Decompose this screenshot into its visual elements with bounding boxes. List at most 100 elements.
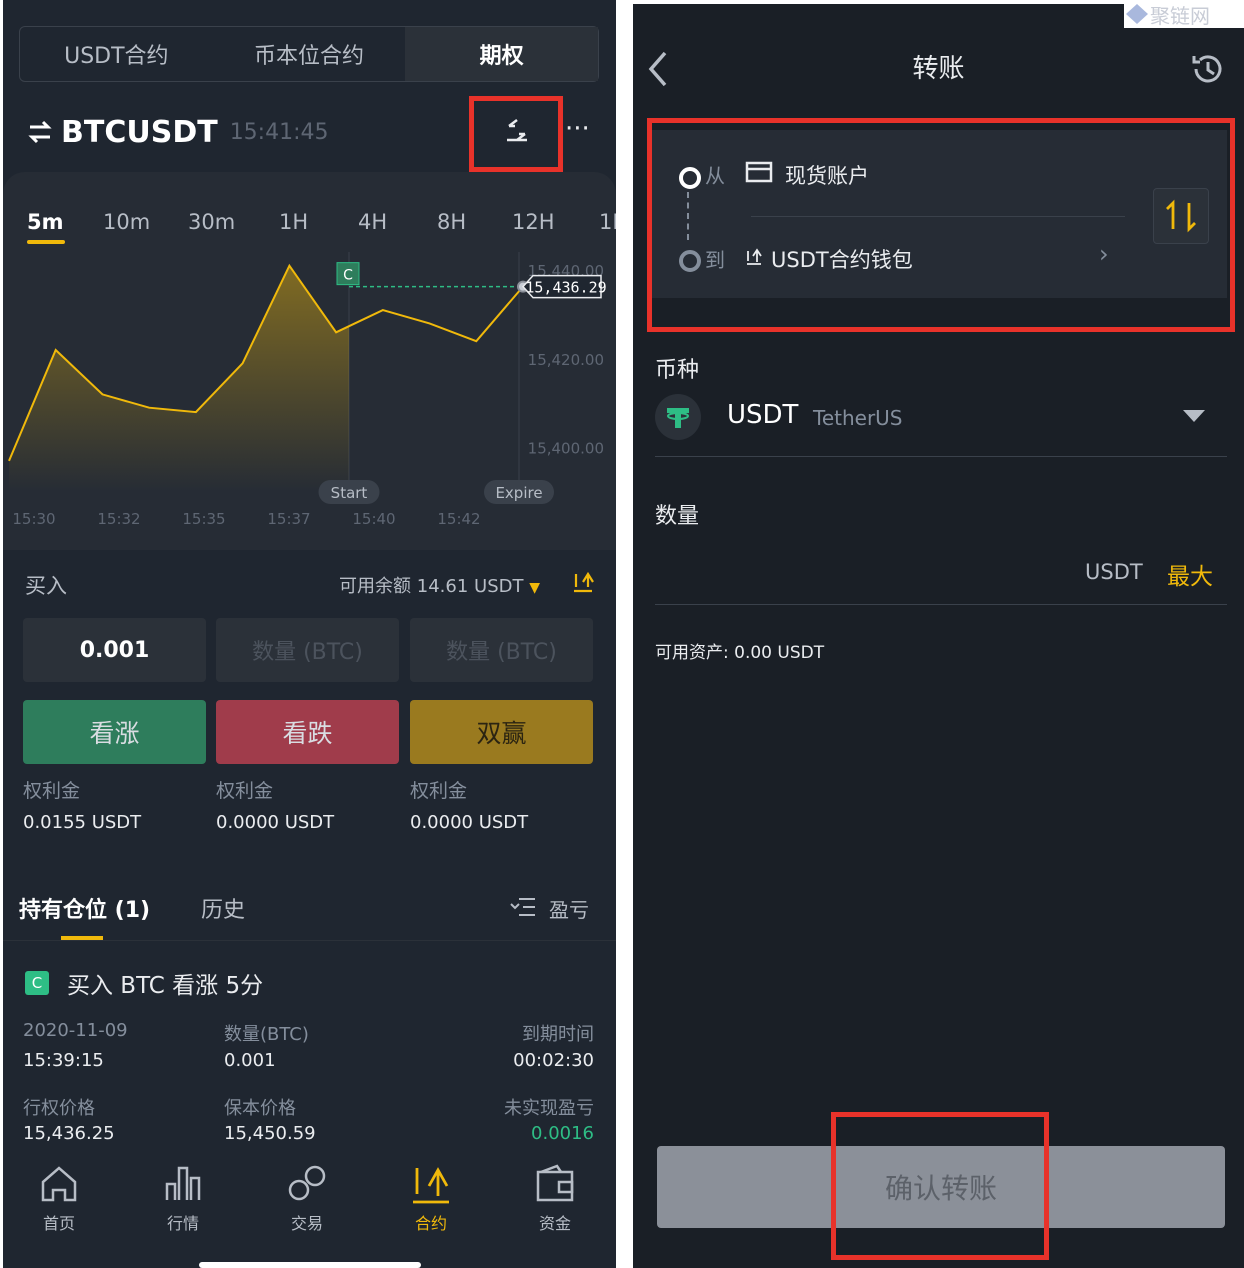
call-button[interactable]: 看涨 — [23, 700, 206, 764]
highlight-confirm-button — [831, 1112, 1049, 1260]
quantity-input-both[interactable]: 数量 (BTC) — [410, 618, 593, 682]
y-tick-label: 15,400.00 — [528, 440, 604, 458]
pnl-sort-label[interactable]: 盈亏 — [549, 894, 589, 923]
position-date: 2020-11-09 — [23, 1020, 128, 1041]
max-button[interactable]: 最大 — [1167, 557, 1213, 591]
tab-options[interactable]: 期权 — [405, 27, 599, 81]
nav-futures[interactable]: 合约 — [381, 1162, 481, 1234]
premium-label-both: 权利金 — [410, 780, 468, 802]
strike-label: 行权价格 — [23, 1098, 95, 1119]
buy-label: 买入 — [25, 574, 67, 598]
breakeven-label: 保本价格 — [224, 1098, 296, 1119]
price-area-fill — [9, 265, 349, 492]
dropdown-caret-icon[interactable]: ▼ — [529, 580, 540, 596]
premium-value-put: 0.0000 USDT — [216, 812, 335, 833]
symbol-header: BTCUSDT 15:41:45 — [27, 110, 329, 154]
position-tab-underline — [61, 936, 103, 940]
start-pill-label: Start — [331, 484, 368, 502]
highlight-transfer-route — [647, 118, 1235, 332]
premium-label-call: 权利金 — [23, 780, 81, 802]
x-tick-label: 15:30 — [12, 510, 55, 528]
tether-logo — [655, 394, 701, 440]
quantity-input-put[interactable]: 数量 (BTC) — [216, 618, 399, 682]
tf-4h[interactable]: 4H — [358, 210, 387, 234]
entry-marker-label: C — [343, 268, 353, 284]
qty-label: 数量(BTC) — [224, 1024, 309, 1045]
position-tabs: 持有仓位 (1) 历史 盈亏 — [3, 880, 616, 941]
tf-5m[interactable]: 5m — [27, 210, 64, 234]
position-time: 15:39:15 — [23, 1050, 104, 1071]
tf-1d[interactable]: 1D — [599, 210, 616, 234]
tab-coin-futures[interactable]: 币本位合约 — [213, 27, 406, 81]
tf-12h[interactable]: 12H — [512, 210, 555, 234]
current-price-text: 15,436.29 — [525, 279, 606, 297]
tab-open-positions[interactable]: 持有仓位 (1) — [19, 892, 150, 924]
bar-chart-icon — [165, 1166, 201, 1200]
y-tick-label: 15,420.00 — [528, 351, 604, 369]
tf-8h[interactable]: 8H — [437, 210, 466, 234]
available-balance[interactable]: 可用余额 14.61 USDT ▼ — [339, 572, 540, 598]
both-button[interactable]: 双赢 — [410, 700, 593, 764]
contract-type-tabs: USDT合约 币本位合约 期权 — [19, 26, 599, 82]
timeframe-tabs: 5m 10m 30m 1H 4H 8H 12H 1D — [3, 192, 616, 248]
put-button[interactable]: 看跌 — [216, 700, 399, 764]
coin-name: TetherUS — [813, 406, 903, 430]
transfer-screen: 转账 从 现货账户 到 USDT合约钱包 › 币种 USDT TetherUS … — [633, 4, 1244, 1268]
x-tick-label: 15:32 — [97, 510, 140, 528]
symbol-time: 15:41:45 — [229, 119, 329, 145]
amount-divider — [655, 604, 1227, 605]
wallet-icon — [536, 1164, 574, 1202]
premium-value-both: 0.0000 USDT — [410, 812, 529, 833]
amount-unit: USDT — [1085, 560, 1143, 584]
tf-active-underline — [27, 240, 65, 244]
trade-icon — [288, 1165, 326, 1201]
premium-value-call: 0.0155 USDT — [23, 812, 142, 833]
x-tick-label: 15:35 — [182, 510, 225, 528]
expiry-label: 到期时间 — [522, 1024, 594, 1045]
x-tick-label: 15:40 — [352, 510, 395, 528]
transfer-small-icon[interactable] — [571, 570, 595, 594]
options-trading-screen: USDT合约 币本位合约 期权 BTCUSDT 15:41:45 ··· 15,… — [3, 0, 616, 1268]
upnl-value: 0.0016 — [531, 1123, 594, 1144]
tab-history[interactable]: 历史 — [201, 892, 245, 924]
tf-30m[interactable]: 30m — [188, 210, 235, 234]
swap-arrows-icon[interactable] — [27, 119, 53, 145]
more-icon[interactable]: ··· — [565, 114, 590, 144]
sort-list-icon[interactable] — [509, 896, 537, 918]
watermark-logo-icon — [1126, 4, 1148, 24]
amount-input[interactable] — [655, 544, 1055, 596]
x-tick-label: 15:37 — [267, 510, 310, 528]
upnl-label: 未实现盈亏 — [504, 1098, 594, 1119]
coin-symbol[interactable]: USDT — [727, 400, 798, 430]
strike-value: 15,436.25 — [23, 1123, 115, 1144]
symbol-name[interactable]: BTCUSDT — [61, 115, 218, 150]
home-indicator — [199, 1262, 421, 1268]
coin-divider — [655, 456, 1227, 457]
futures-icon — [413, 1167, 449, 1204]
tether-icon — [667, 408, 689, 428]
dropdown-triangle-icon[interactable] — [1181, 408, 1207, 424]
history-clock-icon[interactable] — [1189, 50, 1227, 88]
nav-trade[interactable]: 交易 — [257, 1162, 357, 1234]
bottom-navigation: 首页 行情 交易 合约 资金 — [3, 1150, 616, 1268]
watermark: 聚链网 — [1124, 0, 1244, 28]
amount-label: 数量 — [655, 504, 700, 529]
nav-home[interactable]: 首页 — [9, 1162, 109, 1234]
call-badge: C — [25, 971, 49, 995]
transfer-icon[interactable] — [503, 116, 531, 144]
x-tick-label: 15:42 — [437, 510, 480, 528]
quantity-input-call[interactable]: 0.001 — [23, 618, 206, 682]
expire-pill-label: Expire — [495, 484, 542, 502]
expiry-value: 00:02:30 — [513, 1050, 594, 1071]
position-item-title[interactable]: C 买入 BTC 看涨 5分 — [25, 966, 263, 1000]
tf-1h[interactable]: 1H — [279, 210, 308, 234]
available-assets: 可用资产: 0.00 USDT — [655, 643, 825, 663]
position-title: 买入 BTC 看涨 5分 — [67, 973, 264, 999]
premium-label-put: 权利金 — [216, 780, 274, 802]
qty-value: 0.001 — [224, 1050, 276, 1071]
nav-markets[interactable]: 行情 — [133, 1162, 233, 1234]
breakeven-value: 15,450.59 — [224, 1123, 316, 1144]
tf-10m[interactable]: 10m — [103, 210, 150, 234]
nav-wallet[interactable]: 资金 — [505, 1162, 605, 1234]
tab-usdt-futures[interactable]: USDT合约 — [20, 27, 213, 81]
